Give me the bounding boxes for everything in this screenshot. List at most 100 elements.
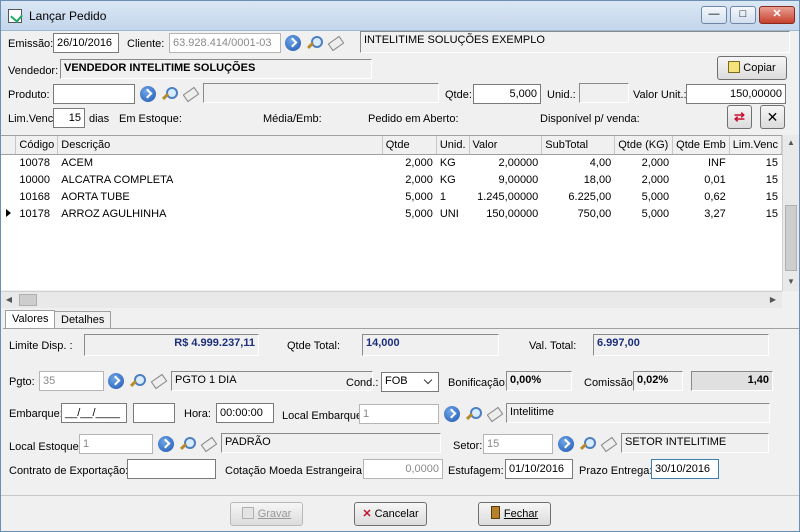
cond-selected-value: FOB (385, 375, 408, 387)
col-lim-venc[interactable]: Lim.Venc (729, 136, 783, 155)
col-subtotal[interactable]: SubTotal (541, 136, 616, 155)
contrato-field[interactable] (127, 459, 216, 479)
local-embarque-label: Local Embarque: (282, 410, 366, 422)
scroll-right-icon[interactable]: ▶ (765, 292, 781, 308)
copiar-button[interactable]: Copiar (717, 56, 787, 80)
items-table: Código Descrição Qtde Unid. Valor SubTot… (1, 136, 783, 222)
close-button[interactable]: ✕ (759, 6, 795, 24)
remove-item-button[interactable]: ✕ (760, 105, 785, 129)
cancelar-button[interactable]: ✕ Cancelar (354, 502, 427, 526)
search-icon[interactable] (129, 373, 146, 389)
cell-codigo: 10078 (15, 154, 59, 171)
qtde-total-value: 14,000 (362, 334, 499, 356)
scroll-left-icon[interactable]: ◀ (1, 292, 17, 308)
cotacao-field[interactable]: 0,0000 (363, 459, 443, 479)
table-row[interactable]: 10078 ACEM 2,000 KG 2,00000 4,00 2,000 I… (1, 154, 783, 171)
emissao-field[interactable]: 26/10/2016 (53, 33, 119, 53)
grid-horizontal-scrollbar[interactable]: ◀ ▶ (1, 291, 782, 308)
add-item-button[interactable]: ⇄ (727, 105, 752, 129)
col-descricao[interactable]: Descrição (57, 136, 383, 155)
save-icon (241, 507, 254, 519)
pedido-aberto-label: Pedido em Aberto: (368, 113, 459, 125)
embarque-date-field[interactable]: __/__/____ (61, 403, 127, 423)
scroll-thumb[interactable] (19, 294, 37, 306)
lim-venc-label: Lim.Venc: (8, 113, 57, 125)
val-total-label: Val. Total: (529, 340, 577, 352)
go-arrow-icon[interactable] (108, 373, 124, 389)
footer-bar: Gravar ✕ Cancelar Fechar (1, 495, 799, 531)
lim-venc-field[interactable]: 15 (53, 108, 85, 128)
maximize-button[interactable]: □ (730, 6, 756, 24)
go-arrow-icon[interactable] (444, 406, 460, 422)
embarque-extra-field[interactable] (133, 403, 175, 423)
gravar-button-label: Gravar (257, 508, 292, 520)
go-arrow-icon[interactable] (140, 86, 156, 102)
pgto-code-field[interactable]: 35 (39, 371, 104, 391)
cell-qtde-kg: 2,000 (614, 171, 674, 188)
embarque-label: Embarque: (9, 408, 63, 420)
tab-detalhes[interactable]: Detalhes (54, 311, 112, 329)
search-icon[interactable] (179, 436, 196, 452)
scroll-up-icon[interactable]: ▲ (783, 135, 799, 151)
scroll-down-icon[interactable]: ▼ (783, 274, 799, 290)
valor-unit-field[interactable]: 150,00000 (686, 84, 786, 104)
cliente-label: Cliente: (127, 38, 165, 50)
hora-field[interactable]: 00:00:00 (216, 403, 274, 423)
fechar-button[interactable]: Fechar (478, 502, 551, 526)
cell-qtde: 2,000 (382, 171, 437, 188)
search-icon[interactable] (161, 86, 178, 102)
table-row-selected[interactable]: 10178 ARROZ AGULHINHA 5,000 UNI 150,0000… (1, 205, 783, 222)
cell-codigo: 10178 (15, 205, 59, 222)
bonificacao-label: Bonificação: (448, 377, 508, 389)
produto-field[interactable] (53, 84, 135, 104)
cliente-code-field[interactable]: 63.928.414/0001-03 (169, 33, 281, 53)
go-arrow-icon[interactable] (558, 436, 574, 452)
go-arrow-icon[interactable] (285, 35, 301, 51)
col-codigo[interactable]: Código (15, 136, 59, 155)
chevron-down-icon[interactable] (422, 375, 436, 389)
table-row[interactable]: 10168 AORTA TUBE 5,000 1 1.245,00000 6.2… (1, 188, 783, 205)
qtde-label: Qtde: (445, 89, 472, 101)
door-icon (490, 506, 500, 519)
eraser-icon[interactable] (486, 406, 502, 422)
app-icon (8, 9, 22, 23)
scroll-thumb[interactable] (785, 205, 797, 271)
cond-label: Cond.: (346, 377, 379, 389)
eraser-icon[interactable] (600, 436, 616, 452)
col-qtde-emb[interactable]: Qtde Emb (672, 136, 730, 155)
go-arrow-icon[interactable] (158, 436, 174, 452)
col-valor[interactable]: Valor (469, 136, 543, 155)
cell-qtde-emb: 3,27 (672, 205, 730, 222)
eraser-icon[interactable] (182, 86, 198, 102)
cell-qtde-emb: 0,01 (672, 171, 730, 188)
cliente-name-display: INTELITIME SOLUÇÕES EXEMPLO (360, 31, 790, 53)
eraser-icon[interactable] (200, 436, 216, 452)
search-icon[interactable] (579, 436, 596, 452)
search-icon[interactable] (465, 406, 482, 422)
search-icon[interactable] (306, 35, 323, 51)
grid-vertical-scrollbar[interactable]: ▲ ▼ (782, 135, 799, 291)
tab-valores[interactable]: Valores (5, 310, 56, 329)
minimize-button[interactable]: — (701, 6, 727, 24)
estufagem-field[interactable]: 01/10/2016 (505, 459, 573, 479)
qtde-field[interactable]: 5,000 (473, 84, 541, 104)
gravar-button[interactable]: Gravar (230, 502, 303, 526)
prazo-entrega-label: Prazo Entrega: (579, 465, 653, 477)
cond-select[interactable]: FOB (381, 372, 439, 392)
table-row[interactable]: 10000 ALCATRA COMPLETA 2,000 KG 9,00000 … (1, 171, 783, 188)
col-qtde[interactable]: Qtde (382, 136, 437, 155)
cell-unid: 1 (436, 188, 470, 205)
local-estoque-code-field[interactable]: 1 (79, 434, 153, 454)
setor-code-field[interactable]: 15 (483, 434, 553, 454)
comissao-label: Comissão: (584, 377, 636, 389)
prazo-entrega-field[interactable]: 30/10/2016 (651, 459, 719, 479)
cell-qtde-emb: 0,62 (672, 188, 730, 205)
eraser-icon[interactable] (150, 373, 166, 389)
eraser-icon[interactable] (327, 35, 343, 51)
local-embarque-code-field[interactable]: 1 (359, 404, 439, 424)
col-unid[interactable]: Unid. (436, 136, 470, 155)
val-total-value: 6.997,00 (593, 334, 769, 356)
current-row-arrow-icon (6, 208, 11, 217)
window-title: Lançar Pedido (29, 9, 107, 23)
col-qtde-kg[interactable]: Qtde (KG) (614, 136, 674, 155)
